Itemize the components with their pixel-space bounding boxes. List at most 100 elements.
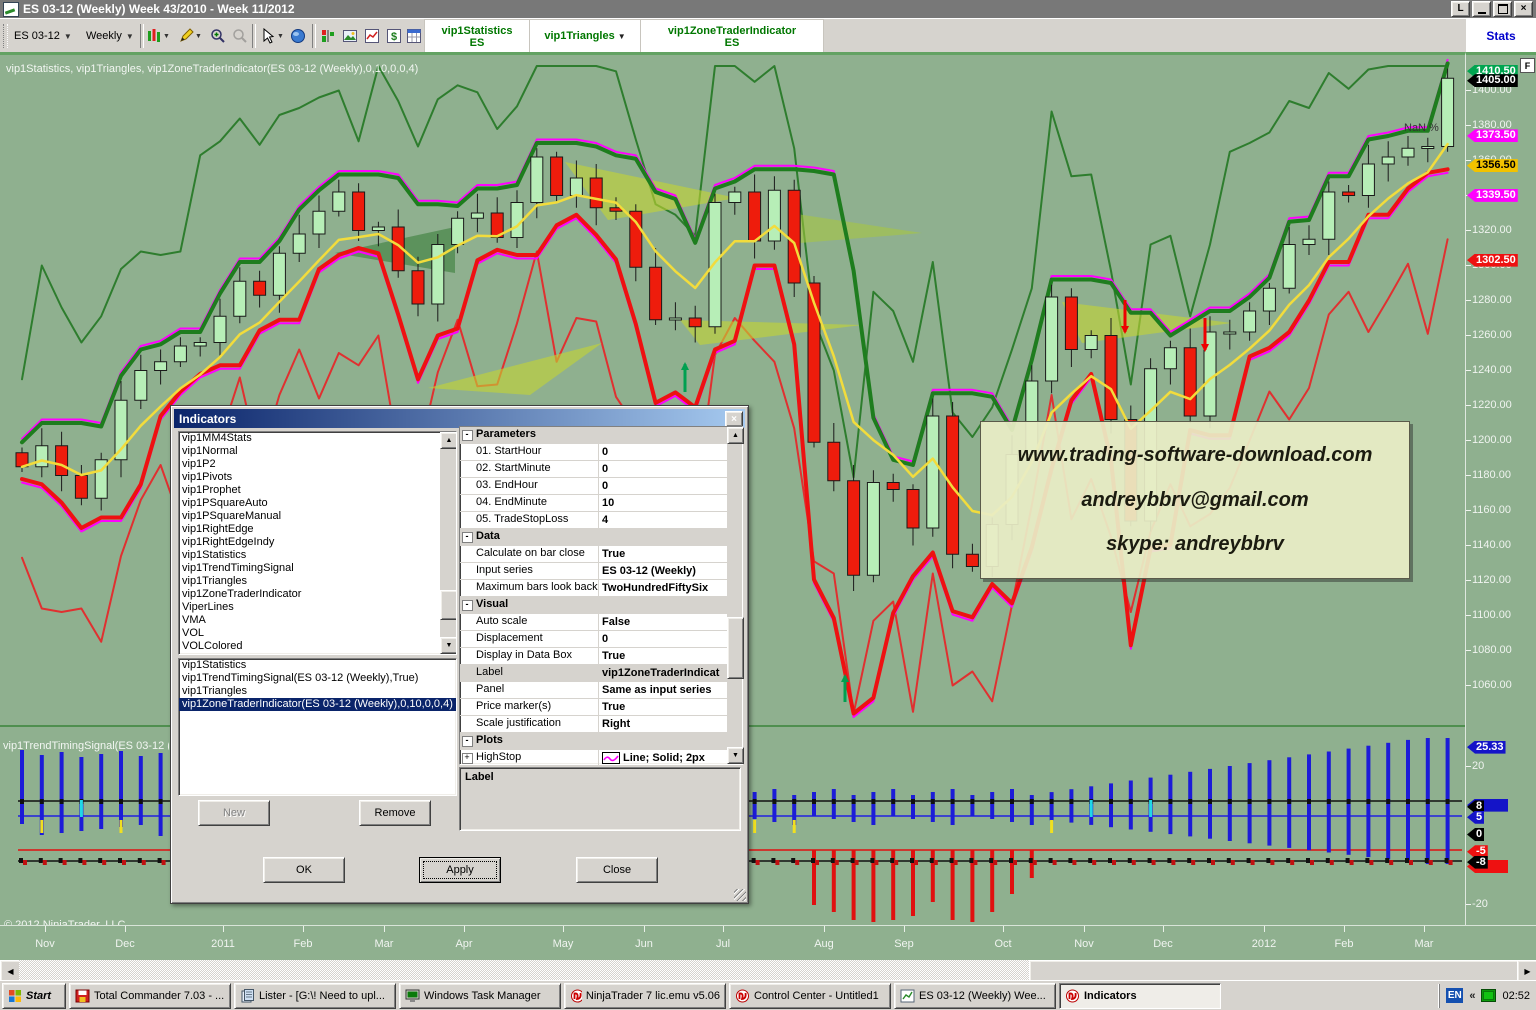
cursor-pointer-button[interactable]: ▼ [258, 25, 286, 47]
property-value[interactable]: 0 [598, 478, 727, 494]
property-row[interactable]: Scale justificationRight [460, 716, 727, 733]
list-item[interactable]: VOLColored [179, 640, 440, 653]
taskbar-button[interactable]: Windows Task Manager [399, 983, 561, 1009]
property-row[interactable]: PanelSame as input series [460, 682, 727, 699]
scrollbar-track[interactable] [19, 960, 1029, 980]
taskbar-button[interactable]: ES 03-12 (Weekly) Wee... [894, 983, 1056, 1009]
list-item[interactable]: vip1RightEdge [179, 523, 440, 536]
period-selector[interactable]: Weekly▼ [82, 26, 138, 46]
list-item[interactable]: vip1Prophet [179, 484, 440, 497]
list-item[interactable]: vip1Statistics [179, 549, 440, 562]
chart-style-button[interactable]: ▼ [144, 25, 172, 47]
list-item[interactable]: vip1Triangles [179, 575, 440, 588]
tab-vip1triangles[interactable]: vip1Triangles▼ [529, 19, 641, 54]
list-scrollbar[interactable]: ▲ ▼ [440, 432, 456, 654]
tab-vip1statistics[interactable]: vip1StatisticsES [424, 19, 530, 54]
property-value[interactable]: ES 03-12 (Weekly) [598, 563, 727, 579]
window-titlebar[interactable]: ES 03-12 (Weekly) Week 43/2010 - Week 11… [0, 0, 1536, 18]
time-axis[interactable]: NovDec2011FebMarAprMayJunJulAugSepOctNov… [0, 925, 1536, 961]
list-item[interactable]: ViperLines [179, 601, 440, 614]
data-grid-button[interactable] [404, 25, 424, 47]
list-item[interactable]: vip1PSquareManual [179, 510, 440, 523]
draw-tool-button[interactable]: ▼ [176, 25, 204, 47]
zoom-in-button[interactable] [208, 25, 228, 47]
property-value[interactable]: Right [598, 716, 727, 732]
property-value[interactable]: 0 [598, 631, 727, 647]
list-item[interactable]: vip1ZoneTraderIndicator [179, 588, 440, 601]
property-section[interactable]: -Data [460, 529, 727, 546]
language-indicator[interactable]: EN [1446, 988, 1463, 1003]
list-item[interactable]: vip1MM4Stats [179, 432, 440, 445]
property-value[interactable]: False [598, 614, 727, 630]
scroll-down-button[interactable]: ▼ [727, 747, 744, 764]
property-row[interactable]: 04. EndMinute10 [460, 495, 727, 512]
horizontal-scrollbar[interactable]: ◀ ▶ [0, 960, 1536, 980]
taskbar-button[interactable]: Lister - [G:\! Need to upl... [234, 983, 396, 1009]
start-button[interactable]: Start [2, 983, 66, 1009]
property-section[interactable]: -Parameters [460, 427, 727, 444]
taskbar-button[interactable]: Control Center - Untitled1 [729, 983, 891, 1009]
available-indicators-list[interactable]: vip1MM4Statsvip1Normalvip1P2vip1Pivotsvi… [178, 431, 457, 655]
list-item[interactable]: vip1PSquareAuto [179, 497, 440, 510]
globe-button[interactable] [288, 25, 308, 47]
price-axis[interactable]: F 1400.001380.001360.001340.001320.00130… [1465, 52, 1536, 928]
property-value[interactable]: Line; Solid; 2px [598, 750, 727, 766]
property-row[interactable]: Input seriesES 03-12 (Weekly) [460, 563, 727, 580]
collapse-icon[interactable]: - [462, 532, 473, 543]
list-item[interactable]: vip1P2 [179, 458, 440, 471]
collapse-icon[interactable]: - [462, 736, 473, 747]
property-value[interactable]: 10 [598, 495, 727, 511]
scroll-down-button[interactable]: ▼ [440, 637, 457, 654]
dollar-button[interactable]: $ [384, 25, 404, 47]
list-item[interactable]: vip1Statistics [179, 659, 456, 672]
property-value[interactable]: TwoHundredFiftySix [598, 580, 727, 596]
property-row[interactable]: 01. StartHour0 [460, 444, 727, 461]
list-item[interactable]: vip1TrendTimingSignal [179, 562, 440, 575]
apply-button[interactable]: Apply [419, 857, 501, 883]
list-item[interactable]: vip1RightEdgeIndy [179, 536, 440, 549]
property-row[interactable]: 05. TradeStopLoss4 [460, 512, 727, 529]
list-item[interactable]: VMA [179, 614, 440, 627]
property-value[interactable]: 0 [598, 461, 727, 477]
scrollbar-thumb[interactable] [1029, 960, 1519, 982]
property-row[interactable]: 02. StartMinute0 [460, 461, 727, 478]
scroll-left-button[interactable]: ◀ [0, 960, 21, 982]
property-row[interactable]: Displacement0 [460, 631, 727, 648]
connection-status-icon[interactable] [1481, 989, 1496, 1002]
tab-vip1zonetraderindicator[interactable]: vip1ZoneTraderIndicatorES [640, 19, 824, 54]
tray-chevron[interactable]: « [1469, 990, 1475, 1002]
restore-button[interactable] [1493, 1, 1512, 17]
collapse-icon[interactable]: - [462, 430, 473, 441]
instrument-selector[interactable]: ES 03-12▼ [10, 26, 76, 46]
minimize-button[interactable] [1472, 1, 1491, 17]
list-item[interactable]: vip1Triangles [179, 685, 456, 698]
scroll-right-button[interactable]: ▶ [1517, 960, 1536, 982]
configured-indicators-list[interactable]: vip1Statisticsvip1TrendTimingSignal(ES 0… [178, 658, 457, 796]
property-section[interactable]: -Plots [460, 733, 727, 750]
list-item[interactable]: vip1ZoneTraderIndicator(ES 03-12 (Weekly… [179, 698, 456, 711]
property-section[interactable]: -Visual [460, 597, 727, 614]
property-value[interactable]: Same as input series [598, 682, 727, 698]
property-row[interactable]: Maximum bars look backTwoHundredFiftySix [460, 580, 727, 597]
property-value[interactable]: vip1ZoneTraderIndicat [598, 665, 727, 681]
list-item[interactable]: vip1Normal [179, 445, 440, 458]
remove-button[interactable]: Remove [359, 800, 431, 826]
property-value[interactable]: True [598, 546, 727, 562]
grid-scrollbar[interactable]: ▲ ▼ [727, 427, 742, 764]
property-row[interactable]: Labelvip1ZoneTraderIndicat [460, 665, 727, 682]
resize-grip[interactable] [734, 889, 746, 901]
scroll-up-button[interactable]: ▲ [440, 432, 457, 449]
property-value[interactable]: True [598, 648, 727, 664]
ok-button[interactable]: OK [263, 857, 345, 883]
list-item[interactable]: vip1Pivots [179, 471, 440, 484]
scroll-up-button[interactable]: ▲ [727, 427, 744, 444]
property-value[interactable]: True [598, 699, 727, 715]
property-row[interactable]: Price marker(s)True [460, 699, 727, 716]
expand-icon[interactable]: + [462, 753, 473, 764]
property-row[interactable]: 03. EndHour0 [460, 478, 727, 495]
close-button[interactable]: Close [576, 857, 658, 883]
scrollbar-thumb[interactable] [440, 590, 457, 620]
taskbar-button[interactable]: NinjaTrader 7 lic.emu v5.06 [564, 983, 726, 1009]
link-button[interactable]: L [1451, 1, 1470, 17]
collapse-icon[interactable]: - [462, 600, 473, 611]
